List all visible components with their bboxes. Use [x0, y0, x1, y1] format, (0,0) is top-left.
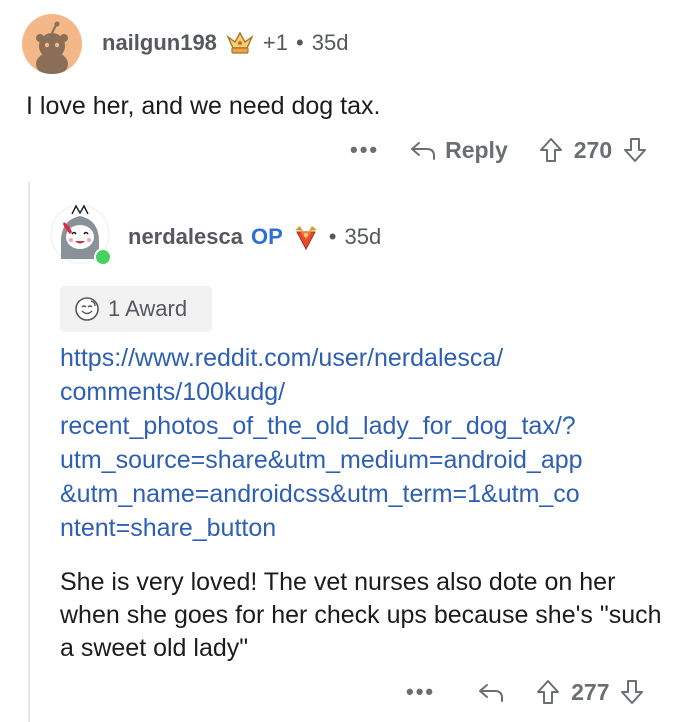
reply-separator: •	[328, 224, 337, 249]
reply-arrow-icon	[409, 138, 437, 162]
reply-link[interactable]: https://www.reddit.com/user/nerdalesca/ …	[60, 341, 680, 545]
reply-avatar[interactable]	[50, 204, 112, 266]
upvote-icon[interactable]	[538, 136, 564, 164]
reply-action-bar: ••• 277	[406, 676, 645, 708]
snoo-avatar-icon	[36, 21, 68, 74]
reply-header: nerdalesca OP • 35d	[128, 222, 381, 252]
downvote-icon[interactable]	[622, 136, 648, 164]
reply-age: 35d	[344, 224, 382, 249]
op-badge: OP	[250, 224, 283, 249]
comment-action-bar: ••• Reply 270	[350, 134, 648, 166]
reply-score: 277	[571, 678, 610, 705]
reply-text: She is very loved! The vet nurses also d…	[60, 568, 662, 662]
reply-more-button[interactable]: •••	[406, 679, 435, 705]
reply-arrow-icon[interactable]	[477, 680, 505, 704]
upvote-icon[interactable]	[535, 678, 561, 706]
comment-score: 270	[573, 136, 613, 163]
reply-label: Reply	[445, 136, 508, 163]
comment-username[interactable]: nailgun198	[102, 30, 217, 56]
online-status-dot	[94, 248, 112, 266]
comment-text: I love her, and we need dog tax.	[26, 92, 381, 120]
crown-award-icon	[225, 30, 255, 56]
comment-reply-button[interactable]: Reply	[409, 137, 508, 164]
award-chip[interactable]: 1 Award	[60, 286, 212, 332]
comment-age: 35d	[311, 30, 349, 55]
gem-award-icon	[291, 222, 321, 252]
comment-avatar[interactable]	[22, 14, 82, 74]
comment-more-button[interactable]: •••	[350, 137, 379, 163]
reply-username[interactable]: nerdalesca	[128, 224, 243, 250]
award-label: 1 Award	[108, 296, 188, 321]
comment-header: nailgun198 +1 • 35d	[102, 30, 348, 56]
thread-line[interactable]	[28, 182, 30, 722]
comment-award-count: +1	[262, 30, 289, 55]
comment-separator: •	[296, 30, 304, 55]
award-face-icon	[74, 296, 100, 322]
downvote-icon[interactable]	[619, 678, 645, 706]
